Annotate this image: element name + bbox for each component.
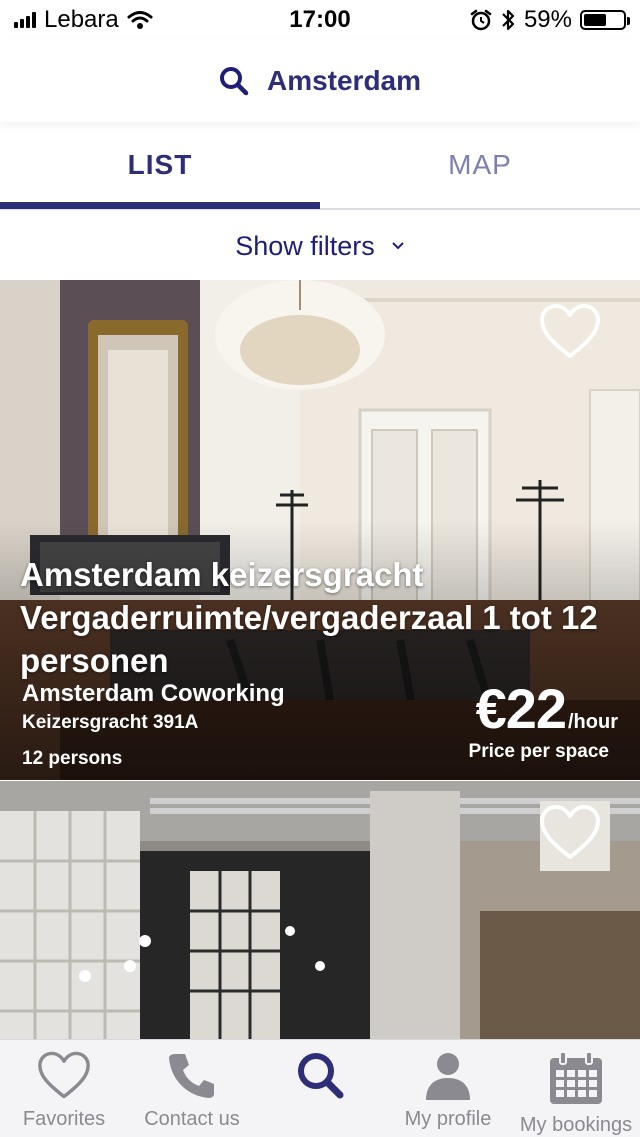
- nav-bookings[interactable]: My bookings: [512, 1040, 640, 1137]
- nav-label: Contact us: [144, 1108, 240, 1130]
- show-filters-button[interactable]: Show filters: [0, 212, 640, 280]
- listing-card[interactable]: Amsterdam keizersgracht Vergaderruimte/v…: [0, 280, 640, 780]
- carrier-name: Lebara: [44, 6, 119, 33]
- listing-provider: Amsterdam Coworking: [22, 680, 285, 707]
- listing-title: Amsterdam keizersgracht Vergaderruimte/v…: [20, 556, 598, 679]
- battery-icon: [580, 10, 630, 30]
- price-amount: €22: [475, 677, 567, 740]
- search-header[interactable]: Amsterdam: [0, 40, 640, 122]
- view-tabs: LIST MAP: [0, 122, 640, 210]
- nav-contact[interactable]: Contact us: [128, 1040, 256, 1137]
- user-icon: [426, 1053, 470, 1100]
- nav-label: Favorites: [22, 1108, 106, 1130]
- bluetooth-icon: [502, 9, 515, 31]
- heart-outline-icon[interactable]: [538, 803, 602, 861]
- listing-card[interactable]: [0, 781, 640, 1041]
- tab-map[interactable]: MAP: [320, 122, 640, 208]
- chevron-down-icon: [392, 242, 404, 250]
- tab-list[interactable]: LIST: [0, 122, 320, 208]
- nav-label: My bookings: [519, 1114, 633, 1136]
- price-unit: /hour: [568, 711, 618, 733]
- nav-favorites[interactable]: Favorites: [0, 1040, 128, 1137]
- status-left: Lebara: [14, 6, 153, 34]
- wifi-icon: [127, 11, 153, 29]
- nav-search[interactable]: [256, 1040, 384, 1137]
- listing-address: Keizersgracht 391A: [22, 712, 199, 733]
- search-location: Amsterdam: [266, 65, 422, 96]
- listing-capacity: 12 persons: [22, 748, 123, 769]
- status-bar: Lebara 17:00 59%: [0, 0, 640, 40]
- search-icon: [298, 1053, 344, 1099]
- heart-icon: [38, 1051, 90, 1099]
- phone-icon: [169, 1054, 214, 1098]
- calendar-icon: [550, 1051, 602, 1104]
- filters-label: Show filters: [235, 230, 375, 261]
- nav-profile[interactable]: My profile: [384, 1040, 512, 1137]
- tab-indicator: [0, 202, 320, 209]
- price-note: Price per space: [468, 741, 609, 762]
- listing-price: €22 /hour: [476, 676, 618, 741]
- bottom-nav: Favorites Contact us My profile My booki…: [0, 1039, 640, 1137]
- status-right: 59%: [470, 6, 630, 34]
- search-icon: [219, 67, 249, 96]
- nav-label: My profile: [404, 1108, 492, 1130]
- signal-icon: [14, 12, 36, 28]
- battery-percent: 59%: [523, 6, 572, 33]
- alarm-icon: [470, 9, 492, 31]
- heart-outline-icon[interactable]: [538, 302, 602, 360]
